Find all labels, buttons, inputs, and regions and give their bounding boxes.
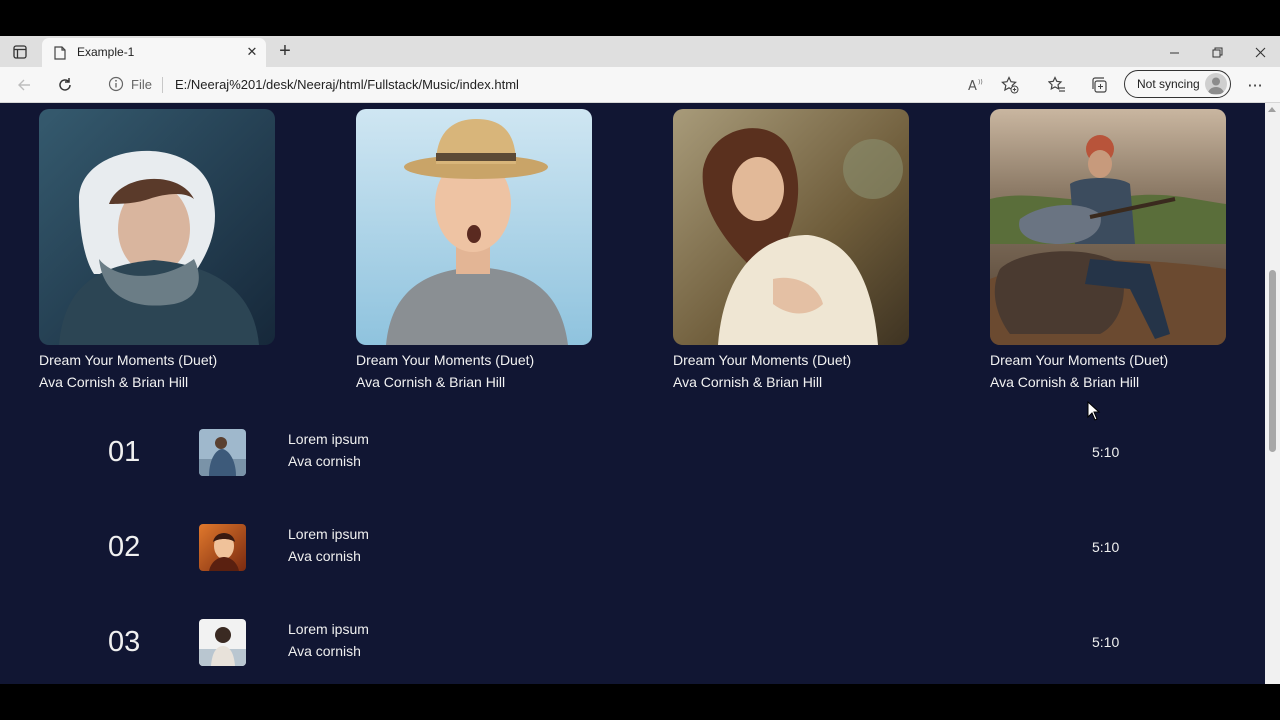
svg-text:)): )) [978,79,983,86]
track-row[interactable]: 03 Lorem ipsum Ava cornish 5:10 [0,616,1265,676]
more-options-icon[interactable]: ··· [1244,74,1266,96]
url-field[interactable]: E:/Neeraj%201/desk/Neeraj/html/Fullstack… [175,77,519,92]
track-duration: 5:10 [1092,634,1120,650]
track-duration: 5:10 [1092,539,1120,555]
browser-tab[interactable]: Example-1 ✕ [42,38,266,67]
tab-actions-icon [13,45,27,59]
track-title: Lorem ipsum [288,526,369,542]
album-cover[interactable] [990,109,1226,345]
svg-text:A: A [968,79,977,93]
tab-title: Example-1 [77,45,135,59]
track-thumbnail [199,524,246,571]
track-artist: Ava cornish [288,453,361,469]
vertical-scrollbar[interactable] [1265,103,1280,684]
album-cover[interactable] [39,109,275,345]
track-duration: 5:10 [1092,444,1120,460]
close-window-icon[interactable] [1247,41,1273,63]
album-card[interactable]: Dream Your Moments (Duet) Ava Cornish & … [356,109,592,393]
web-page: Dream Your Moments (Duet) Ava Cornish & … [0,103,1265,684]
scrollbar-thumb[interactable] [1269,270,1276,452]
info-icon[interactable] [108,76,124,96]
tab-actions-button[interactable] [8,41,32,63]
album-artist: Ava Cornish & Brian Hill [990,374,1140,390]
profile-sync-button[interactable]: Not syncing [1124,70,1231,98]
address-toolbar: File E:/Neeraj%201/desk/Neeraj/html/Full… [0,67,1280,103]
avatar-icon [1205,73,1227,95]
favorites-icon[interactable] [1046,74,1068,96]
track-thumbnail [199,429,246,476]
back-icon[interactable] [13,74,35,96]
album-artist: Ava Cornish & Brian Hill [39,374,189,390]
page-icon [54,45,66,64]
album-card[interactable]: Dream Your Moments (Duet) Ava Cornish & … [39,109,275,393]
album-cover[interactable] [356,109,592,345]
album-artist: Ava Cornish & Brian Hill [356,374,506,390]
refresh-icon[interactable] [54,74,76,96]
collections-icon[interactable] [1088,74,1110,96]
new-tab-icon[interactable]: + [275,40,295,62]
album-title: Dream Your Moments (Duet) [673,352,852,368]
url-separator [162,77,163,93]
track-number: 01 [108,436,141,468]
track-number: 03 [108,626,141,658]
close-tab-icon[interactable]: ✕ [244,44,260,60]
track-row[interactable]: 02 Lorem ipsum Ava cornish 5:10 [0,521,1265,581]
album-title: Dream Your Moments (Duet) [39,352,218,368]
scroll-up-icon[interactable] [1268,107,1276,112]
scheme-label: File [131,77,152,92]
album-card[interactable]: Dream Your Moments (Duet) Ava Cornish & … [990,109,1226,393]
track-thumbnail [199,619,246,666]
album-title: Dream Your Moments (Duet) [990,352,1169,368]
minimize-icon[interactable] [1161,41,1187,63]
track-number: 02 [108,531,141,563]
track-title: Lorem ipsum [288,431,369,447]
album-title: Dream Your Moments (Duet) [356,352,535,368]
album-cover[interactable] [673,109,909,345]
track-artist: Ava cornish [288,643,361,659]
bottom-letterbox [0,684,1280,720]
track-artist: Ava cornish [288,548,361,564]
track-row[interactable]: 01 Lorem ipsum Ava cornish 5:10 [0,426,1265,486]
read-aloud-icon[interactable]: A)) [965,74,987,96]
track-title: Lorem ipsum [288,621,369,637]
restore-icon[interactable] [1204,41,1230,63]
add-favorite-icon[interactable] [999,74,1021,96]
album-card[interactable]: Dream Your Moments (Duet) Ava Cornish & … [673,109,909,393]
mouse-cursor-icon [1087,401,1101,421]
top-letterbox [0,0,1280,36]
sync-label: Not syncing [1137,77,1200,91]
album-artist: Ava Cornish & Brian Hill [673,374,823,390]
